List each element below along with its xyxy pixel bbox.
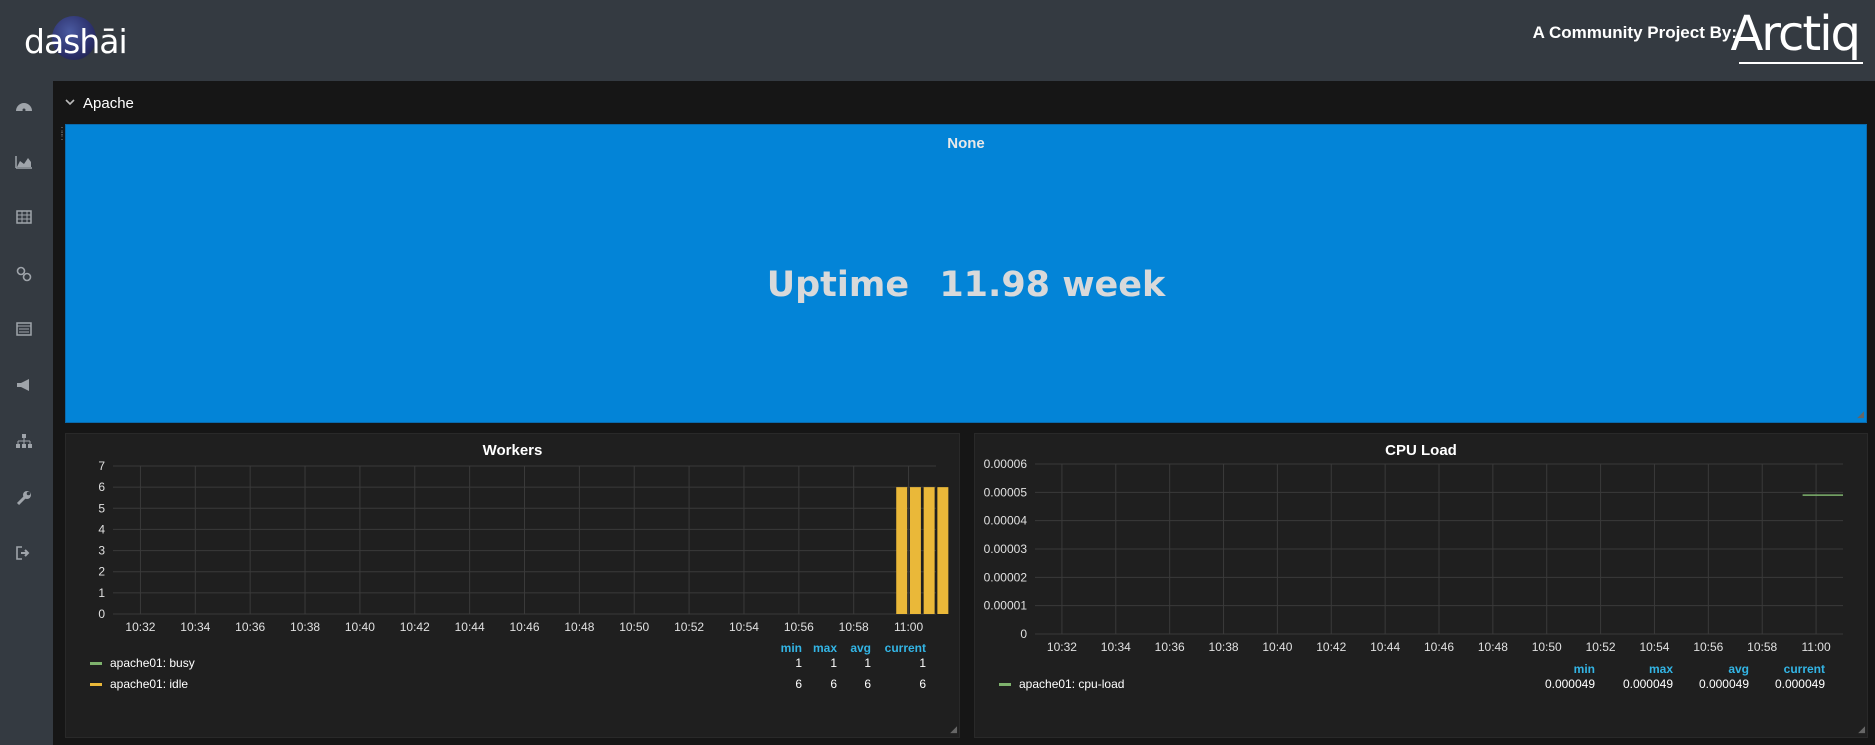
chart-area-icon[interactable] bbox=[14, 155, 34, 175]
bar bbox=[937, 487, 949, 614]
x-tick-label: 10:32 bbox=[125, 620, 155, 634]
uptime-panel-title[interactable]: None bbox=[66, 135, 1866, 152]
y-tick-label: 0 bbox=[1020, 627, 1027, 641]
legend-swatch[interactable] bbox=[999, 682, 1011, 686]
y-tick-label: 0.00002 bbox=[984, 570, 1028, 584]
legend-value-avg: 0.000049 bbox=[1698, 677, 1749, 691]
x-tick-label: 10:46 bbox=[1424, 640, 1454, 654]
x-tick-label: 10:42 bbox=[1316, 640, 1346, 654]
x-tick-label: 10:44 bbox=[1370, 640, 1400, 654]
x-tick-label: 11:00 bbox=[1801, 640, 1830, 654]
x-tick-label: 10:36 bbox=[1155, 640, 1185, 654]
uptime-value: 11.98 week bbox=[939, 265, 1166, 305]
uptime-stat: Uptime 11.98 week bbox=[66, 265, 1866, 305]
row-title: Apache bbox=[83, 94, 134, 112]
y-tick-label: 0.00004 bbox=[984, 514, 1028, 528]
cpu-load-graph-panel[interactable]: CPU Load 0 0.00001 0.00002 0.00003 0.00004 0.… bbox=[974, 433, 1868, 738]
uptime-singlestat-panel[interactable]: None Uptime 11.98 week ◢ bbox=[65, 124, 1867, 423]
x-tick-label: 10:48 bbox=[564, 620, 594, 634]
y-tick-label: 4 bbox=[98, 522, 105, 536]
y-tick-label: 0.00006 bbox=[984, 457, 1028, 471]
link-icon[interactable] bbox=[14, 266, 34, 286]
table-icon[interactable] bbox=[14, 210, 34, 230]
x-tick-label: 10:40 bbox=[1262, 640, 1292, 654]
community-label: A Community Project By: bbox=[1532, 23, 1737, 42]
x-tick-label: 10:46 bbox=[509, 620, 539, 634]
legend-value-avg: 6 bbox=[864, 677, 871, 691]
y-tick-label: 0 bbox=[98, 607, 105, 621]
dashboard-icon[interactable] bbox=[14, 99, 34, 119]
resize-handle-icon[interactable]: ◢ bbox=[1858, 724, 1865, 735]
y-tick-label: 0.00003 bbox=[984, 542, 1028, 556]
workers-graph-panel[interactable]: Workers 0 1 2 3 4 5 6 7 10:32 10:34 10:36 10:38 10:4… bbox=[65, 433, 960, 738]
legend-swatch[interactable] bbox=[90, 661, 102, 665]
legend-value-current: 1 bbox=[919, 656, 926, 670]
legend-series-name: apache01: cpu-load bbox=[1019, 677, 1125, 691]
y-tick-label: 3 bbox=[98, 544, 105, 558]
x-tick-label: 10:54 bbox=[729, 620, 759, 634]
x-tick-label: 10:48 bbox=[1478, 640, 1508, 654]
x-tick-label: 10:56 bbox=[784, 620, 814, 634]
legend-value-current: 0.000049 bbox=[1774, 677, 1825, 691]
x-tick-label: 10:52 bbox=[674, 620, 704, 634]
y-tick-label: 0.00005 bbox=[984, 485, 1028, 499]
sign-out-icon[interactable] bbox=[14, 546, 34, 566]
arctiq-logo[interactable]: Arctiq bbox=[1730, 6, 1861, 62]
legend-value-min: 0.000049 bbox=[1544, 677, 1595, 691]
y-tick-label: 0.00001 bbox=[984, 599, 1028, 613]
x-tick-label: 10:38 bbox=[1209, 640, 1239, 654]
sidebar bbox=[0, 81, 53, 745]
legend-series-name: apache01: idle bbox=[110, 677, 189, 691]
x-tick-label: 10:52 bbox=[1586, 640, 1616, 654]
x-tick-label: 10:56 bbox=[1693, 640, 1723, 654]
legend-series-name: apache01: busy bbox=[110, 656, 195, 670]
panel-icon[interactable] bbox=[14, 322, 34, 342]
x-tick-label: 10:42 bbox=[400, 620, 430, 634]
y-tick-label: 1 bbox=[98, 586, 105, 600]
x-tick-label: 11:00 bbox=[894, 620, 923, 634]
resize-handle-icon[interactable]: ◢ bbox=[950, 724, 957, 735]
y-tick-label: 5 bbox=[98, 501, 105, 515]
y-tick-label: 2 bbox=[98, 565, 105, 579]
uptime-prefix: Uptime bbox=[766, 265, 910, 305]
x-tick-label: 10:58 bbox=[1747, 640, 1777, 654]
dashboard-main: Apache ⋮ ⋮ None Uptime 11.98 week ◢ Worke… bbox=[53, 81, 1875, 745]
x-tick-label: 10:32 bbox=[1047, 640, 1077, 654]
top-navbar: dashāi A Community Project By: Arctiq bbox=[0, 0, 1875, 81]
legend-value-max: 0.000049 bbox=[1622, 677, 1673, 691]
x-tick-label: 10:50 bbox=[619, 620, 649, 634]
legend-value-avg: 1 bbox=[864, 656, 871, 670]
x-tick-label: 10:44 bbox=[455, 620, 485, 634]
dashai-logo[interactable]: dashāi bbox=[24, 16, 134, 62]
y-tick-label: 6 bbox=[98, 480, 105, 494]
x-tick-label: 10:40 bbox=[345, 620, 375, 634]
legend-value-current: 6 bbox=[919, 677, 926, 691]
x-tick-label: 10:34 bbox=[180, 620, 210, 634]
x-tick-label: 10:34 bbox=[1101, 640, 1131, 654]
megaphone-icon[interactable] bbox=[14, 378, 34, 398]
sitemap-icon[interactable] bbox=[14, 434, 34, 454]
legend-swatch[interactable] bbox=[90, 682, 102, 686]
bar bbox=[909, 487, 921, 614]
wrench-icon[interactable] bbox=[14, 490, 34, 510]
resize-handle-icon[interactable]: ◢ bbox=[1857, 409, 1864, 420]
x-tick-label: 10:58 bbox=[839, 620, 869, 634]
arctiq-logo-underline bbox=[1739, 62, 1863, 64]
x-tick-label: 10:36 bbox=[235, 620, 265, 634]
logo-text: dashāi bbox=[24, 22, 128, 61]
row-header[interactable]: Apache bbox=[65, 93, 134, 113]
chevron-down-icon[interactable] bbox=[65, 97, 75, 109]
x-tick-label: 10:38 bbox=[290, 620, 320, 634]
x-tick-label: 10:54 bbox=[1639, 640, 1669, 654]
bar bbox=[923, 487, 935, 614]
bar bbox=[896, 487, 908, 614]
x-tick-label: 10:50 bbox=[1532, 640, 1562, 654]
y-tick-label: 7 bbox=[98, 459, 105, 473]
